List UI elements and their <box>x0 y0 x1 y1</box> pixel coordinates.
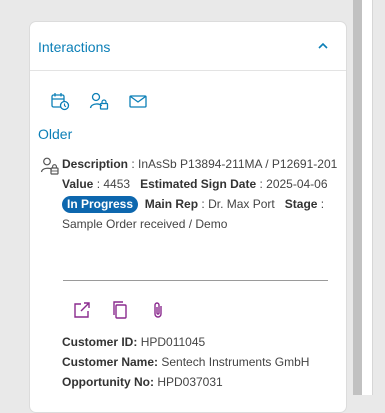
customer-name-label: Customer Name: <box>62 355 159 369</box>
opportunity-value: HPD037031 <box>157 375 223 389</box>
stage-label: Stage <box>284 197 318 211</box>
section-older: Older <box>38 126 73 142</box>
customer-id-row: Customer ID: HPD011045 <box>62 332 332 352</box>
stage-value: Sample Order received / Demo <box>62 217 228 231</box>
customer-name-value: Sentech Instruments GmbH <box>161 355 310 369</box>
right-rail-border <box>372 0 373 395</box>
contact-lock-icon[interactable] <box>89 91 109 111</box>
opportunity-row: Opportunity No: HPD037031 <box>62 372 332 392</box>
value-value: 4453 <box>103 177 131 191</box>
main-rep-label: Main Rep <box>144 197 199 211</box>
opportunity-label: Opportunity No: <box>62 375 154 389</box>
estimated-sign-label: Estimated Sign Date <box>140 177 257 191</box>
card-header[interactable]: Interactions <box>30 22 346 71</box>
interactions-card: Interactions Older Description: InAsSb … <box>29 21 347 413</box>
chevron-up-icon[interactable] <box>316 39 330 53</box>
customer-info: Customer ID: HPD011045 Customer Name: Se… <box>62 332 332 392</box>
description-row: Description : InAsSb P13894-211MA / P126… <box>62 157 338 171</box>
value-row: Value : 4453 Estimated Sign Date : 2025-… <box>62 177 328 191</box>
scrollbar[interactable] <box>353 0 362 395</box>
customer-id-label: Customer ID: <box>62 335 138 349</box>
estimated-sign-value: 2025-04-06 <box>266 177 328 191</box>
mail-icon[interactable] <box>128 91 148 111</box>
customer-name-row: Customer Name: Sentech Instruments GmbH <box>62 352 332 372</box>
description-label: Description <box>62 157 129 171</box>
status-badge: In Progress <box>62 196 139 213</box>
status-row: In Progress Main Rep : Dr. Max Port Stag… <box>62 196 325 231</box>
entry-details: Description : InAsSb P13894-211MA / P126… <box>62 154 338 234</box>
description-value: InAsSb P13894-211MA / P12691-201 <box>138 157 338 171</box>
right-rail <box>362 0 372 395</box>
value-label: Value <box>62 177 94 191</box>
copy-icon[interactable] <box>110 300 130 320</box>
person-lock-icon <box>40 157 59 175</box>
calendar-clock-icon[interactable] <box>50 91 70 111</box>
main-rep-value: Dr. Max Port <box>208 197 275 211</box>
card-title: Interactions <box>38 39 111 55</box>
open-external-icon[interactable] <box>72 300 92 320</box>
customer-id-value: HPD011045 <box>140 335 206 349</box>
divider <box>63 280 328 281</box>
paperclip-icon[interactable] <box>148 300 168 320</box>
